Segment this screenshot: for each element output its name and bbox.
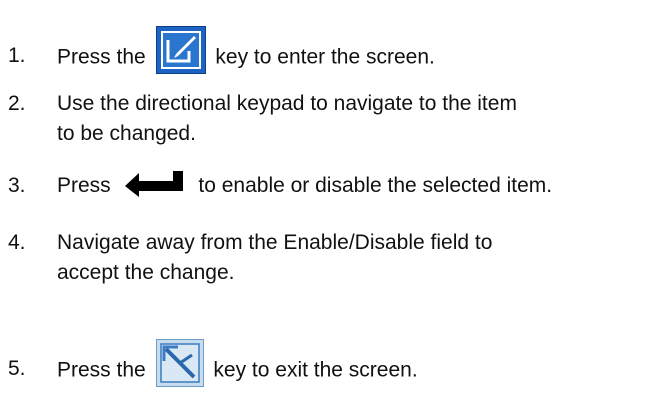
step-text: Press to enable or disable the selected … [57, 169, 652, 200]
step-text-before: Press the [57, 358, 146, 382]
step-text-line-2: to be changed. [57, 122, 196, 145]
step-number: 1. [8, 44, 26, 67]
step-text: Press the key to exit the screen. [57, 339, 652, 387]
step-text: Press the key to enter the screen. [57, 26, 652, 74]
step-number: 3. [8, 174, 26, 197]
enter-key-icon [123, 169, 187, 198]
step-text-after: key to enter the screen. [215, 45, 435, 69]
step-text-after: key to exit the screen. [213, 358, 418, 382]
edit-screen-key-icon [155, 26, 206, 74]
step-text-before: Press the [57, 45, 146, 69]
step-text-line-1: Navigate away from the Enable/Disable fi… [57, 231, 493, 254]
step-text-line-2: accept the change. [57, 261, 235, 284]
step-text-before: Press [57, 174, 111, 197]
step-text-line-1: Use the directional keypad to navigate t… [57, 92, 517, 115]
exit-screen-key-icon [155, 339, 204, 387]
step-number: 5. [8, 357, 26, 380]
instruction-list: 1. Press the key to enter the screen. 2.… [0, 0, 657, 410]
step-number: 4. [8, 231, 26, 254]
step-text-after: to enable or disable the selected item. [198, 174, 553, 197]
step-number: 2. [8, 92, 26, 115]
